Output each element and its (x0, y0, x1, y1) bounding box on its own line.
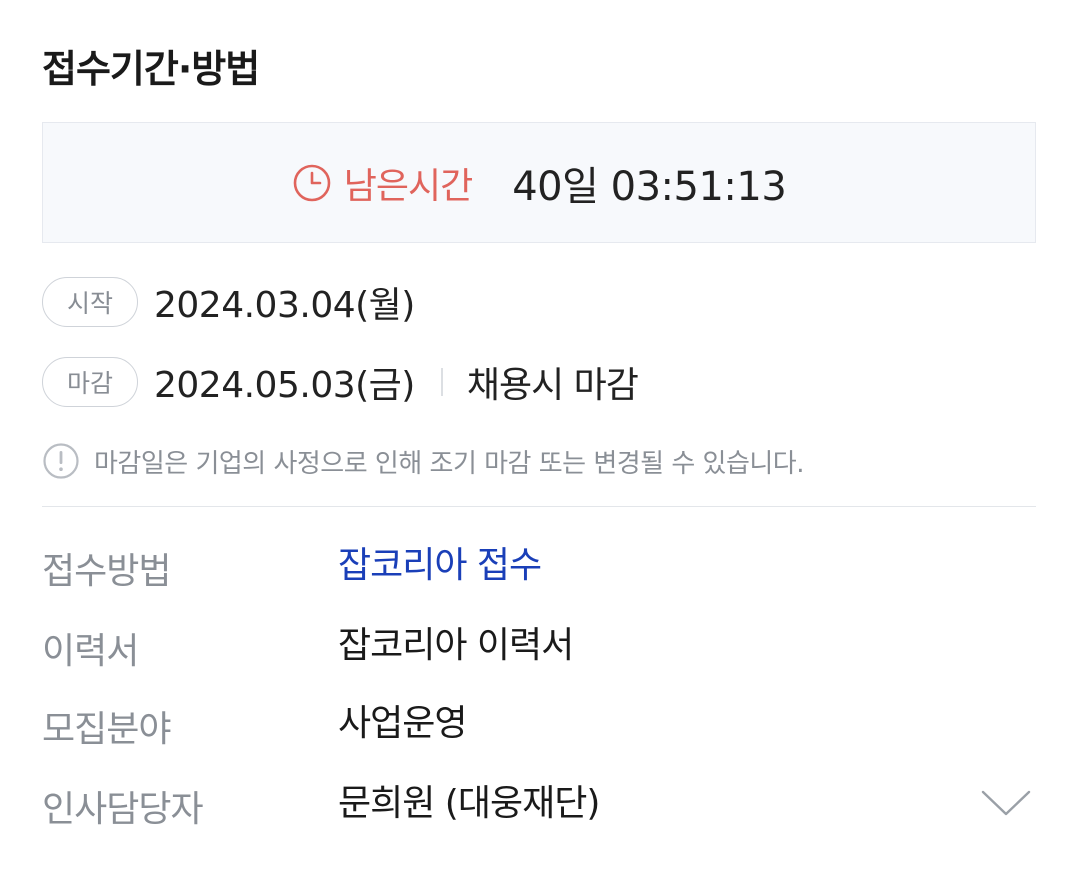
start-pill: 시작 (42, 277, 138, 327)
close-note: 채용시 마감 (466, 365, 639, 406)
remaining-time-label: 남은시간 (343, 165, 473, 207)
info-label: 모집분야 (42, 709, 171, 750)
deadline-notice: 마감일은 기업의 사정으로 인해 조기 마감 또는 변경될 수 있습니다. (42, 442, 805, 480)
section-title: 접수기간·방법 (42, 47, 260, 91)
info-label: 이력서 (42, 631, 139, 672)
section-divider (42, 506, 1036, 507)
info-label: 인사담당자 (42, 789, 204, 830)
info-label: 접수방법 (42, 551, 171, 592)
application-period-section: 접수기간·방법 남은시간 40일 03:51:13 시작 2024.03.04(… (0, 0, 1080, 873)
notice-text: 마감일은 기업의 사정으로 인해 조기 마감 또는 변경될 수 있습니다. (94, 448, 805, 479)
divider (440, 368, 443, 396)
remaining-time-box: 남은시간 40일 03:51:13 (42, 122, 1036, 243)
remaining-time-value: 40일 03:51:13 (512, 163, 787, 210)
info-value: 문희원 (대웅재단) (338, 783, 600, 824)
end-date-row: 마감 2024.05.03(금) 채용시 마감 (42, 356, 639, 408)
info-row-resume: 이력서 잡코리아 이력서 (42, 622, 1036, 678)
info-row-field: 모집분야 사업운영 (42, 700, 1036, 756)
start-date: 2024.03.04(월) (154, 285, 415, 326)
info-value: 잡코리아 이력서 (338, 625, 574, 666)
apply-method-link[interactable]: 잡코리아 접수 (338, 536, 542, 588)
chevron-down-icon[interactable] (980, 788, 1032, 818)
start-date-row: 시작 2024.03.04(월) (42, 276, 415, 328)
info-row-method: 접수방법 잡코리아 접수 (42, 542, 1036, 598)
info-row-manager: 인사담당자 문희원 (대웅재단) (42, 780, 1036, 836)
info-value: 사업운영 (338, 703, 467, 744)
alert-icon (42, 442, 80, 480)
end-date: 2024.05.03(금) (154, 365, 415, 406)
clock-icon (292, 163, 332, 203)
end-pill: 마감 (42, 357, 138, 407)
